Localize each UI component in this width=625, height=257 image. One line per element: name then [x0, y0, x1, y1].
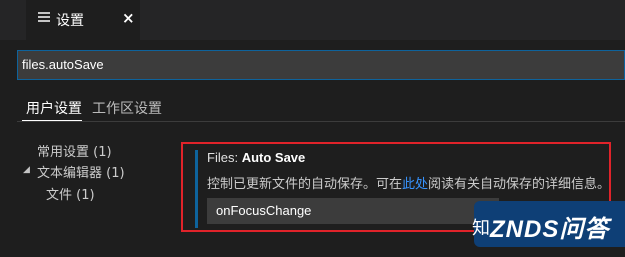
tab-settings[interactable]: 设置 × [26, 0, 140, 40]
setting-name: Auto Save [241, 150, 306, 165]
settings-list-icon [38, 12, 50, 24]
setting-desc-after: 阅读有关自动保存的详细信息。 [428, 177, 611, 192]
setting-desc-before: 控制已更新文件的自动保存。可在 [207, 177, 403, 192]
tab-user-settings[interactable]: 用户设置 [26, 98, 82, 118]
autosave-select-value: onFocusChange [216, 203, 312, 218]
setting-category: Files: [207, 150, 239, 165]
setting-description: 控制已更新文件的自动保存。可在此处阅读有关自动保存的详细信息。 [207, 173, 610, 192]
tree-item-common[interactable]: 常用设置 (1) [37, 141, 112, 160]
chevron-down-icon[interactable]: ◢ [23, 165, 30, 175]
editor-tab-bar: 设置 × [0, 0, 625, 40]
tab-settings-title: 设置 [56, 13, 84, 29]
autosave-select[interactable]: onFocusChange [207, 198, 499, 224]
watermark-logo: ZNDS问答 [490, 216, 610, 243]
tab-workspace-settings[interactable]: 工作区设置 [92, 98, 162, 118]
tree-item-files[interactable]: 文件 (1) [46, 184, 95, 203]
search-input-value: files.autoSave [22, 57, 104, 72]
setting-focus-bar [195, 150, 198, 228]
scope-divider [17, 121, 625, 122]
watermark-fragment: 知 [472, 218, 490, 239]
setting-desc-link[interactable]: 此处 [402, 177, 428, 192]
close-icon[interactable]: × [122, 9, 135, 27]
setting-title: Files: Auto Save [207, 150, 305, 165]
settings-search-input[interactable]: files.autoSave [17, 50, 625, 80]
tree-item-text-editor[interactable]: 文本编辑器 (1) [37, 162, 125, 181]
